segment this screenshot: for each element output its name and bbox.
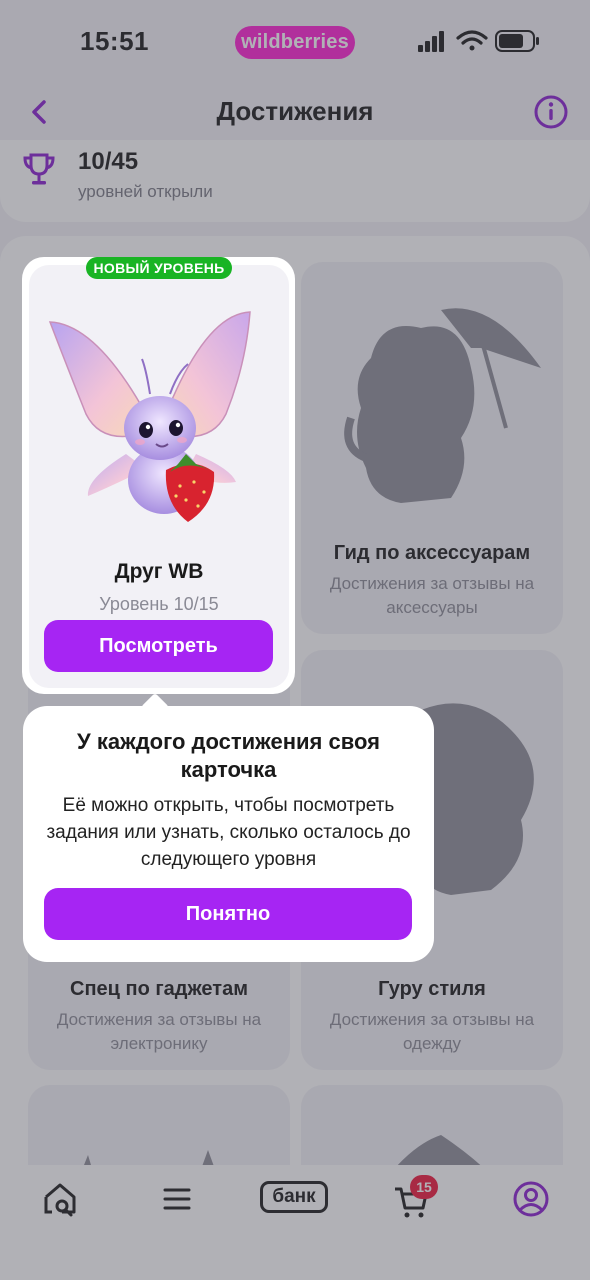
tooltip-body: Её можно открыть, чтобы посмотреть задан… — [46, 795, 411, 870]
new-level-badge: НОВЫЙ УРОВЕНЬ — [86, 257, 232, 279]
wb-friend-character-icon — [48, 311, 251, 522]
got-it-button[interactable]: Понятно — [44, 888, 412, 940]
view-button[interactable]: Посмотреть — [44, 620, 273, 672]
onboarding-tooltip: У каждого достижения своя карточка Её мо… — [23, 706, 434, 962]
achievement-title: Друг WB — [114, 560, 204, 583]
achievement-level: Уровень 10/15 — [99, 594, 219, 614]
tooltip-title: У каждого достижения своя карточка — [77, 729, 380, 782]
